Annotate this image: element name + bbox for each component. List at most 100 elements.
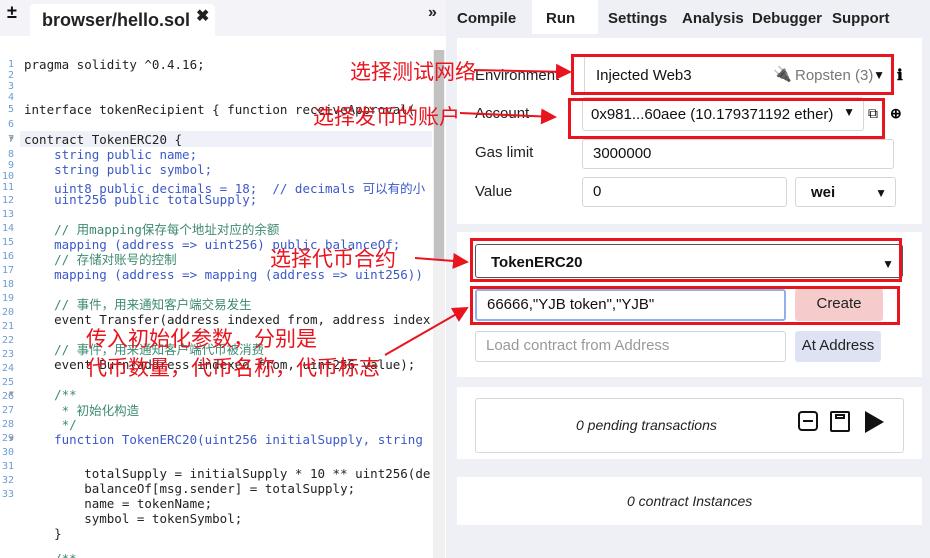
chevron-down-icon: ▼ [875, 186, 887, 200]
line-number: 11 [1, 182, 14, 193]
line-number: 16 [1, 251, 14, 262]
environment-select[interactable]: Injected Web3 🔌 Ropsten (3) ▼ [584, 56, 894, 94]
close-tab-icon[interactable]: ✖ [196, 6, 209, 26]
line-number: 24 [1, 363, 14, 374]
tab-run[interactable]: Run [532, 0, 598, 34]
file-tab[interactable]: browser/hello.sol ✖ [30, 4, 215, 36]
line-number: 33 [1, 489, 14, 500]
line-number: 13 [1, 209, 14, 220]
account-select[interactable]: 0x981...60aee (10.179371192 ether) ▼ [582, 97, 864, 131]
line-number: 27 [1, 405, 14, 416]
code-line: function TokenERC20(uint256 initialSuppl… [24, 432, 423, 447]
line-number: 12 [1, 195, 14, 206]
chevron-down-icon: ▼ [873, 68, 885, 82]
tab-analysis[interactable]: Analysis [682, 0, 744, 34]
line-number: 28 [1, 419, 14, 430]
network-name: Ropsten (3) [795, 67, 874, 84]
line-number: 31 [1, 461, 14, 472]
instances-card: 0 contract Instances [457, 477, 922, 525]
tab-settings[interactable]: Settings [608, 0, 667, 34]
pending-card: 0 pending transactions [457, 387, 922, 459]
expand-file-explorer-button[interactable]: ± [7, 2, 17, 23]
code-comment: * 初始化构造 [24, 403, 140, 418]
value-unit-select[interactable]: wei ▼ [795, 177, 896, 207]
value-input[interactable]: 0 [582, 177, 787, 207]
value-label: Value [475, 183, 513, 200]
line-number: 25 [1, 377, 14, 388]
line-number: 15 [1, 237, 14, 248]
fold-arrow-icon[interactable]: ▼ [9, 389, 14, 398]
code-comment: /** [24, 387, 77, 402]
code-comment: // 存储对账号的控制 [24, 252, 177, 267]
at-address-button[interactable]: At Address [795, 331, 881, 362]
line-number-gutter: 1 2 3 4 5 6 7 8 9 10 11 12 13 14 15 16 1… [0, 54, 20, 558]
code-line: balanceOf[msg.sender] = totalSupply; [24, 481, 356, 496]
panel-tabbar: Compile Run Settings Analysis Debugger S… [446, 0, 930, 34]
fold-arrow-icon[interactable]: ▼ [9, 134, 14, 143]
line-number: 6 [7, 119, 14, 130]
annotation-params-line1: 传入初始化参数，分别是 [86, 327, 317, 351]
tab-support[interactable]: Support [832, 0, 890, 34]
clear-icon[interactable] [798, 411, 818, 431]
code-comment: */ [24, 417, 77, 432]
run-settings-card: Environment Injected Web3 🔌 Ropsten (3) … [457, 38, 922, 224]
contract-card: TokenERC20 ▼ 66666,"YJB token","YJB" Cre… [457, 232, 922, 377]
file-tab-label: browser/hello.sol [42, 10, 191, 30]
line-number: 22 [1, 335, 14, 346]
contract-instances: 0 contract Instances [627, 493, 753, 509]
play-icon[interactable] [865, 411, 884, 433]
line-number: 20 [1, 307, 14, 318]
chevron-down-icon: ▼ [843, 105, 855, 119]
annotation-params-line2: 代币数量，代币名称，代币标志 [86, 356, 380, 380]
fold-arrow-icon[interactable]: ▼ [9, 434, 14, 443]
environment-value: Injected Web3 [596, 67, 692, 84]
copy-icon[interactable]: ⧉ [868, 105, 878, 122]
line-number: 23 [1, 349, 14, 360]
pending-box: 0 pending transactions [475, 398, 904, 453]
line-number: 21 [1, 321, 14, 332]
line-number: 5 [7, 104, 14, 115]
annotation-select-contract: 选择代币合约 [270, 247, 396, 271]
plug-icon: 🔌 [773, 66, 792, 83]
code-line: uint256 public totalSupply; [24, 192, 258, 207]
code-line: } [24, 526, 62, 541]
contract-select[interactable]: TokenERC20 ▼ [475, 244, 903, 278]
chevron-down-icon: ▼ [882, 257, 894, 271]
code-comment: // 用mapping保存每个地址对应的余额 [24, 222, 280, 237]
add-account-icon[interactable]: ⊕ [890, 105, 902, 122]
at-address-input[interactable]: Load contract from Address [475, 331, 786, 362]
annotation-select-account: 选择发币的账户 [313, 105, 460, 129]
gas-limit-label: Gas limit [475, 144, 534, 161]
line-number: 18 [1, 279, 14, 290]
value-unit: wei [811, 184, 836, 201]
code-line: string public symbol; [24, 162, 213, 177]
create-button[interactable]: Create [795, 289, 883, 321]
right-panel: Compile Run Settings Analysis Debugger S… [446, 0, 930, 558]
tab-debugger[interactable]: Debugger [752, 0, 822, 34]
code-comment: /** [24, 551, 77, 558]
environment-label: Environment [475, 67, 560, 84]
toggle-right-panel-icon[interactable]: » [428, 4, 437, 22]
account-value: 0x981...60aee (10.179371192 ether) [591, 106, 834, 123]
line-number: 19 [1, 293, 14, 304]
save-icon[interactable] [830, 411, 850, 432]
info-icon[interactable]: ℹ [897, 66, 903, 84]
constructor-args-input[interactable]: 66666,"YJB token","YJB" [475, 289, 786, 321]
tab-compile[interactable]: Compile [457, 0, 531, 34]
code-line: name = tokenName; [24, 496, 213, 511]
code-line: symbol = tokenSymbol; [24, 511, 243, 526]
line-number: 30 [1, 447, 14, 458]
line-number: 17 [1, 265, 14, 276]
code-line: totalSupply = initialSupply * 10 ** uint… [24, 466, 431, 481]
line-number: 32 [1, 475, 14, 486]
line-number: 14 [1, 223, 14, 234]
gas-limit-input[interactable]: 3000000 [582, 139, 894, 169]
code-comment: // 事件，用来通知客户端交易发生 [24, 297, 252, 312]
editor-tabbar: ± browser/hello.sol ✖ » [0, 0, 446, 36]
annotation-select-network: 选择测试网络 [350, 60, 476, 84]
code-line: string public name; [24, 147, 198, 162]
code-line: contract TokenERC20 { [24, 132, 183, 147]
code-line: pragma solidity ^0.4.16; [24, 57, 205, 72]
account-label: Account [475, 105, 530, 122]
contract-name: TokenERC20 [491, 254, 583, 271]
